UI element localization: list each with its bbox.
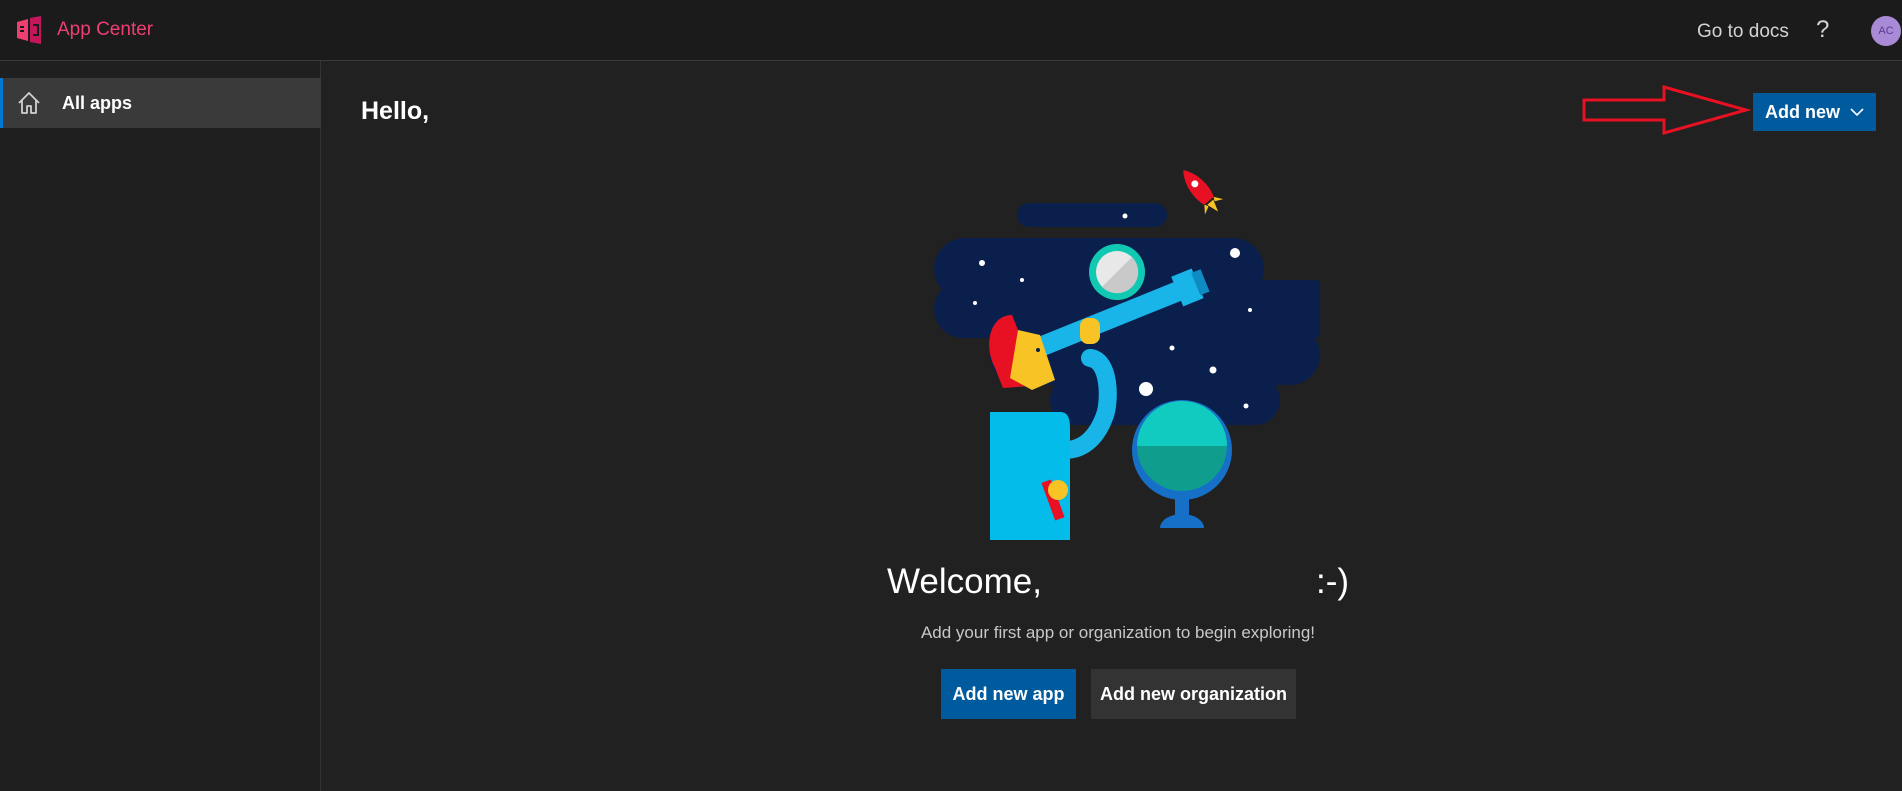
avatar[interactable]: AC: [1871, 16, 1901, 46]
add-new-button[interactable]: Add new: [1753, 93, 1876, 131]
greeting-heading: Hello,: [361, 97, 430, 125]
help-icon[interactable]: ?: [1816, 16, 1829, 44]
chevron-down-icon: [1850, 108, 1864, 117]
add-new-app-button[interactable]: Add new app: [941, 669, 1076, 719]
app-name: App Center: [57, 19, 154, 40]
add-new-label: Add new: [1765, 101, 1840, 122]
top-bar: App Center Go to docs ? AC: [0, 0, 1902, 61]
annotation-arrow-icon: [1582, 85, 1752, 135]
sidebar-item-label: All apps: [62, 92, 133, 113]
go-to-docs-link[interactable]: Go to docs: [1697, 21, 1789, 43]
add-new-organization-button[interactable]: Add new organization: [1091, 669, 1296, 719]
welcome-illustration: [934, 170, 1320, 540]
welcome-heading: Welcome,: [887, 562, 1042, 601]
brand[interactable]: App Center: [14, 16, 153, 44]
home-icon: [18, 92, 40, 114]
app-center-logo-icon: [17, 16, 41, 44]
sidebar: All apps: [0, 61, 321, 791]
welcome-emoticon: :-): [1316, 562, 1350, 601]
sidebar-item-all-apps[interactable]: All apps: [0, 78, 321, 128]
welcome-subtitle: Add your first app or organization to be…: [920, 623, 1316, 642]
